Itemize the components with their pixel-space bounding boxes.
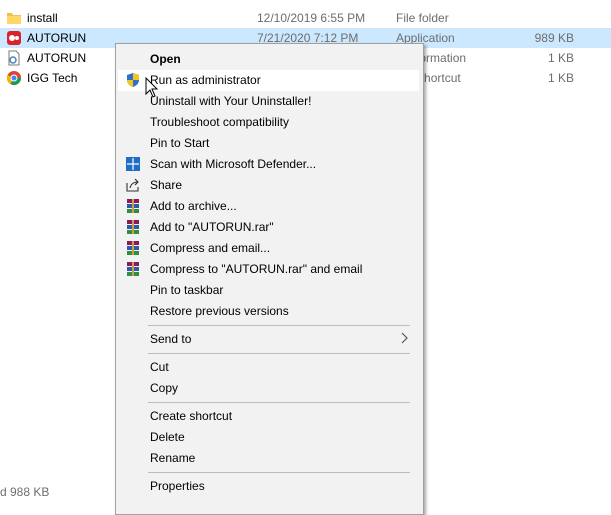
menu-item-troubleshoot[interactable]: Troubleshoot compatibility: [118, 112, 419, 133]
menu-label: Uninstall with Your Uninstaller!: [150, 94, 312, 108]
menu-item-pin-to-taskbar[interactable]: Pin to taskbar: [118, 280, 419, 301]
menu-label: Delete: [150, 430, 185, 444]
file-name: AUTORUN: [27, 31, 87, 45]
menu-label: Compress to "AUTORUN.rar" and email: [150, 262, 363, 276]
menu-item-open[interactable]: Open: [118, 49, 419, 70]
uac-shield-icon: [127, 73, 139, 87]
menu-label: Create shortcut: [150, 409, 233, 423]
file-size: 1 KB: [547, 71, 574, 85]
menu-label: Send to: [150, 332, 192, 346]
menu-item-add-to-rar[interactable]: Add to "AUTORUN.rar": [118, 217, 419, 238]
setup-info-icon: [8, 50, 20, 66]
file-type: File folder: [396, 11, 449, 25]
file-size: 1 KB: [547, 51, 574, 65]
menu-item-pin-to-start[interactable]: Pin to Start: [118, 133, 419, 154]
menu-item-copy[interactable]: Copy: [118, 378, 419, 399]
menu-separator: [148, 402, 410, 403]
file-name: IGG Tech: [27, 71, 78, 85]
menu-label: Copy: [150, 381, 179, 395]
menu-item-compress-rar-email[interactable]: Compress to "AUTORUN.rar" and email: [118, 259, 419, 280]
menu-item-send-to[interactable]: Send to: [118, 329, 419, 350]
chevron-right-icon: [401, 332, 408, 344]
menu-label: Cut: [150, 360, 169, 374]
menu-label: Rename: [150, 451, 196, 465]
menu-item-delete[interactable]: Delete: [118, 427, 419, 448]
menu-label: Pin to taskbar: [150, 283, 224, 297]
menu-separator: [148, 353, 410, 354]
menu-label: Restore previous versions: [150, 304, 289, 318]
menu-item-rename[interactable]: Rename: [118, 448, 419, 469]
file-name: install: [27, 11, 58, 25]
menu-label: Compress and email...: [150, 241, 271, 255]
share-icon: [126, 178, 139, 192]
menu-label: Pin to Start: [150, 136, 210, 150]
menu-label: Add to archive...: [150, 199, 237, 213]
status-bar: d 988 KB: [0, 485, 50, 499]
chrome-icon: [6, 71, 21, 85]
menu-item-share[interactable]: Share: [118, 175, 419, 196]
winrar-icon: [127, 220, 139, 234]
menu-label: Properties: [150, 479, 205, 493]
file-size: 989 KB: [534, 31, 574, 45]
menu-item-compress-email[interactable]: Compress and email...: [118, 238, 419, 259]
menu-label: Add to "AUTORUN.rar": [150, 220, 274, 234]
menu-label: Scan with Microsoft Defender...: [150, 157, 317, 171]
menu-item-properties[interactable]: Properties: [118, 476, 419, 497]
context-menu: Open Run as administrator Uninstall with…: [115, 43, 424, 515]
menu-item-run-as-admin[interactable]: Run as administrator: [118, 70, 419, 91]
menu-label: Run as administrator: [150, 73, 261, 87]
menu-label: Troubleshoot compatibility: [150, 115, 289, 129]
menu-separator: [148, 472, 410, 473]
mouse-cursor-icon: [145, 77, 159, 98]
menu-item-create-shortcut[interactable]: Create shortcut: [118, 406, 419, 427]
defender-icon: [126, 157, 140, 171]
winrar-icon: [127, 241, 139, 255]
menu-separator: [148, 325, 410, 326]
file-name: AUTORUN: [27, 51, 87, 65]
application-icon: [7, 31, 21, 45]
menu-item-uninstall[interactable]: Uninstall with Your Uninstaller!: [118, 91, 419, 112]
menu-label: Open: [150, 52, 181, 66]
menu-item-restore-versions[interactable]: Restore previous versions: [118, 301, 419, 322]
menu-item-cut[interactable]: Cut: [118, 357, 419, 378]
winrar-icon: [127, 262, 139, 276]
file-row-install[interactable]: install 12/10/2019 6:55 PM File folder: [0, 8, 611, 28]
menu-item-add-to-archive[interactable]: Add to archive...: [118, 196, 419, 217]
file-date: 12/10/2019 6:55 PM: [257, 11, 366, 25]
folder-icon: [7, 13, 21, 24]
winrar-icon: [127, 199, 139, 213]
menu-label: Share: [150, 178, 183, 192]
menu-item-scan-defender[interactable]: Scan with Microsoft Defender...: [118, 154, 419, 175]
